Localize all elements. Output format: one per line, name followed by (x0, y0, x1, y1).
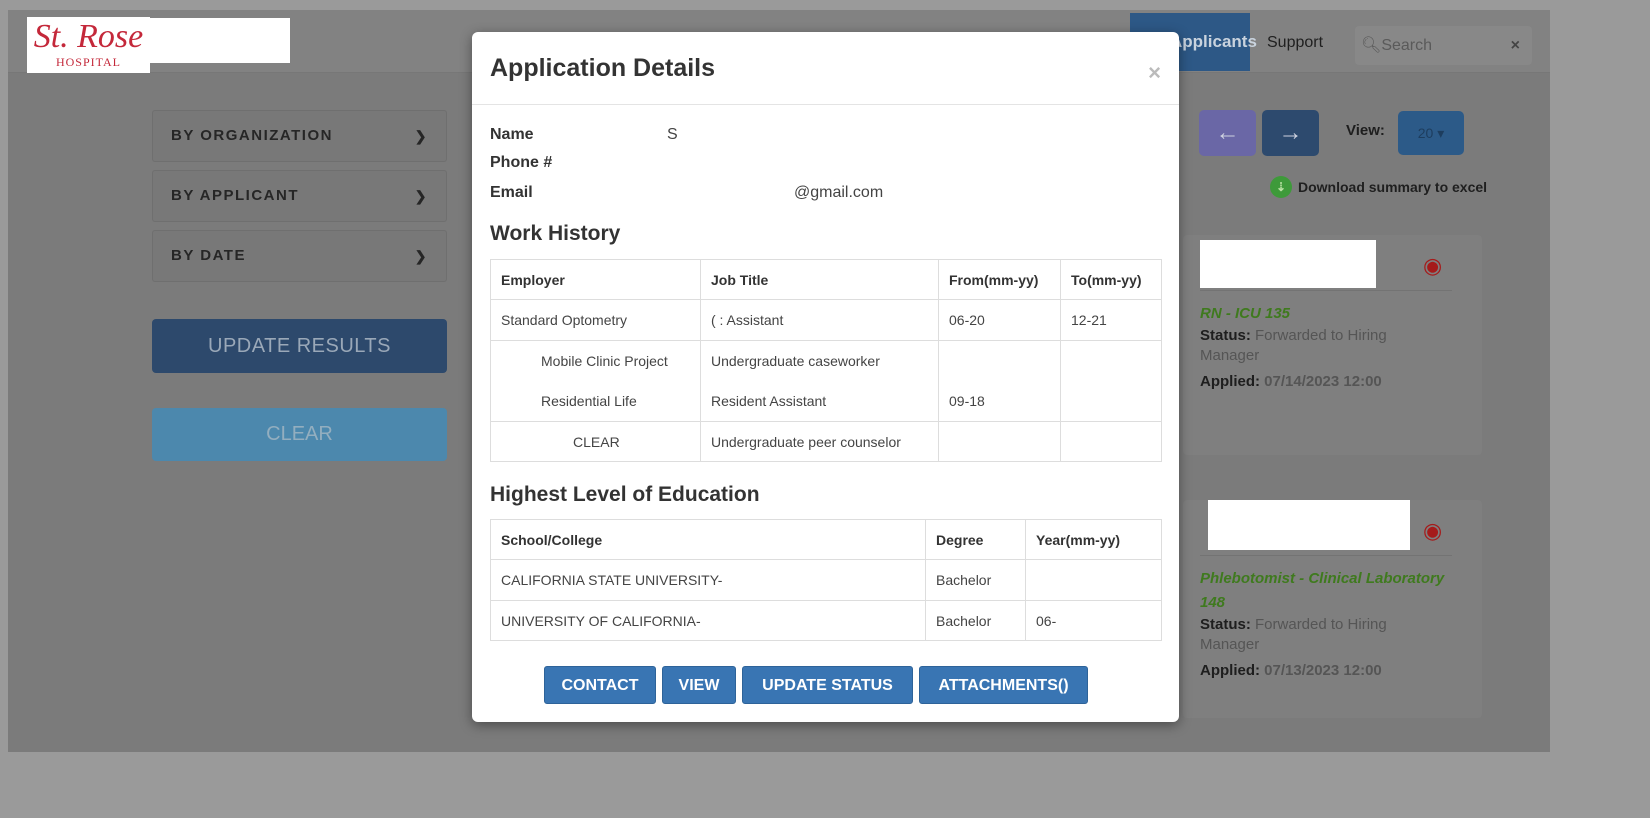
update-results-button[interactable]: UPDATE RESULTS (152, 319, 447, 373)
download-label: Download summary to excel (1298, 179, 1488, 195)
table-row: Standard Optometry( : Assistant 06-20 12-2… (490, 299, 1162, 341)
search-input[interactable]: 🔍︎Search × (1355, 26, 1532, 65)
contact-button[interactable]: CONTACT (544, 666, 656, 704)
logo-text: St. Rose (33, 18, 144, 55)
cell: 09-18 (938, 340, 1061, 422)
applied-value: 07/14/2023 12:00 (1264, 373, 1382, 390)
table-row: UNIVERSITY OF CALIFORNIA- Bachelor 06- (490, 600, 1162, 641)
eye-icon[interactable]: ◉ (1423, 518, 1442, 544)
tab-support[interactable]: Support (1267, 34, 1323, 52)
update-status-button[interactable]: UPDATE STATUS (742, 666, 913, 704)
filter-label: BY ORGANIZATION (171, 127, 333, 144)
name-label: Name (490, 126, 534, 143)
divider (1200, 555, 1452, 556)
filter-by-applicant[interactable]: BY APPLICANT ❯ (152, 170, 447, 222)
work-history-table: Employer Job Title From(mm-yy) To(mm-yy)… (490, 259, 1162, 462)
logo-subtext: HOSPITAL (55, 55, 122, 69)
cell: Bachelor (925, 559, 1026, 601)
email-value[interactable]: @gmail.com (794, 184, 883, 202)
education-table: School/College Degree Year(mm-yy) CALIFORN… (490, 519, 1162, 641)
redacted-name (1208, 500, 1410, 550)
status-label: Status: (1200, 327, 1251, 344)
divider (472, 104, 1179, 105)
name-value: S (667, 126, 678, 143)
attachments-button[interactable]: ATTACHMENTS() (919, 666, 1088, 704)
next-page-button[interactable]: → (1262, 110, 1319, 156)
cell: CLEAR (490, 421, 701, 462)
cell: 12-21 (1060, 299, 1162, 341)
download-icon: ⇣ (1270, 176, 1292, 198)
education-heading: Highest Level of Education (490, 483, 760, 506)
column-header: Year(mm-yy) (1025, 519, 1162, 560)
status-label: Status: (1200, 616, 1251, 633)
cell (938, 421, 1061, 462)
modal-title: Application Details (490, 54, 716, 82)
column-header: From(mm-yy) (938, 259, 1061, 300)
cell: Standard Optometry (490, 299, 701, 341)
cell: UNIVERSITY OF CALIFORNIA- (490, 600, 926, 641)
close-icon[interactable]: × (1148, 60, 1161, 86)
table-header-row: Employer Job Title From(mm-yy) To(mm-yy) (490, 259, 1162, 300)
applicant-card[interactable]: ◉ RN - ICU 135 Status: Forwarded to Hiri… (1183, 235, 1482, 455)
table-header-row: School/College Degree Year(mm-yy) (490, 519, 1162, 560)
view-button[interactable]: VIEW (662, 666, 736, 704)
cell: 06- (1025, 600, 1162, 641)
filter-label: BY APPLICANT (171, 187, 300, 204)
job-title[interactable]: Phlebotomist - Clinical Laboratory 148 (1200, 567, 1450, 615)
cell: Mobile Clinic Project Residential Life (490, 340, 701, 422)
column-header: Job Title (700, 259, 939, 300)
download-excel-link[interactable]: ⇣ Download summary to excel (1270, 176, 1487, 198)
cell: CALIFORNIA STATE UNIVERSITY- (490, 559, 926, 601)
table-row: Mobile Clinic Project Residential Life Un… (490, 340, 1162, 422)
phone-label: Phone # (490, 154, 553, 171)
filter-label: BY DATE (171, 247, 246, 264)
column-header: Degree (925, 519, 1026, 560)
redacted-block (150, 18, 290, 63)
job-title[interactable]: RN - ICU 135 (1200, 302, 1440, 326)
chevron-down-icon: ❯ (414, 128, 428, 144)
applied-label: Applied: (1200, 662, 1260, 679)
hospital-logo[interactable]: St. Rose HOSPITAL (27, 17, 150, 73)
view-label: View: (1346, 122, 1385, 139)
work-history-heading: Work History (490, 222, 621, 245)
filter-by-organization[interactable]: BY ORGANIZATION ❯ (152, 110, 447, 162)
applied-label: Applied: (1200, 373, 1260, 390)
prev-page-button[interactable]: ← (1199, 110, 1256, 156)
cell (1060, 421, 1162, 462)
applied-value: 07/13/2023 12:00 (1264, 662, 1382, 679)
applied-line: Applied: 07/13/2023 12:00 (1200, 661, 1450, 681)
cell: 06-20 (938, 299, 1061, 341)
column-header: Employer (490, 259, 701, 300)
status-line: Status: Forwarded to Hiring Manager (1200, 326, 1440, 366)
application-details-modal: Application Details × Name S Phone # Ema… (472, 32, 1179, 722)
cell: Bachelor (925, 600, 1026, 641)
applied-line: Applied: 07/14/2023 12:00 (1200, 372, 1440, 392)
column-header: To(mm-yy) (1060, 259, 1162, 300)
cell (1025, 559, 1162, 601)
cell: Undergraduate caseworker Resident Assist… (700, 340, 939, 422)
table-row: CALIFORNIA STATE UNIVERSITY- Bachelor (490, 559, 1162, 601)
divider (1200, 290, 1452, 291)
column-header: School/College (490, 519, 926, 560)
cell (1060, 340, 1162, 422)
view-count-dropdown[interactable]: 20 ▾ (1398, 111, 1464, 155)
clear-button[interactable]: CLEAR (152, 408, 447, 461)
eye-icon[interactable]: ◉ (1423, 253, 1442, 279)
status-line: Status: Forwarded to Hiring Manager (1200, 615, 1450, 655)
clear-search-icon[interactable]: × (1511, 26, 1520, 65)
chevron-down-icon: ❯ (414, 188, 428, 204)
cell: ( : Assistant (700, 299, 939, 341)
email-label: Email (490, 184, 533, 201)
applicant-card[interactable]: ◉ Phlebotomist - Clinical Laboratory 148… (1183, 500, 1482, 718)
table-row: CLEAR Undergraduate peer counselor (490, 421, 1162, 462)
redacted-name (1200, 240, 1376, 288)
cell: Undergraduate peer counselor (700, 421, 939, 462)
search-placeholder: Search (1381, 37, 1433, 54)
search-icon: 🔍︎ (1361, 37, 1382, 54)
filter-by-date[interactable]: BY DATE ❯ (152, 230, 447, 282)
chevron-down-icon: ❯ (414, 248, 428, 264)
